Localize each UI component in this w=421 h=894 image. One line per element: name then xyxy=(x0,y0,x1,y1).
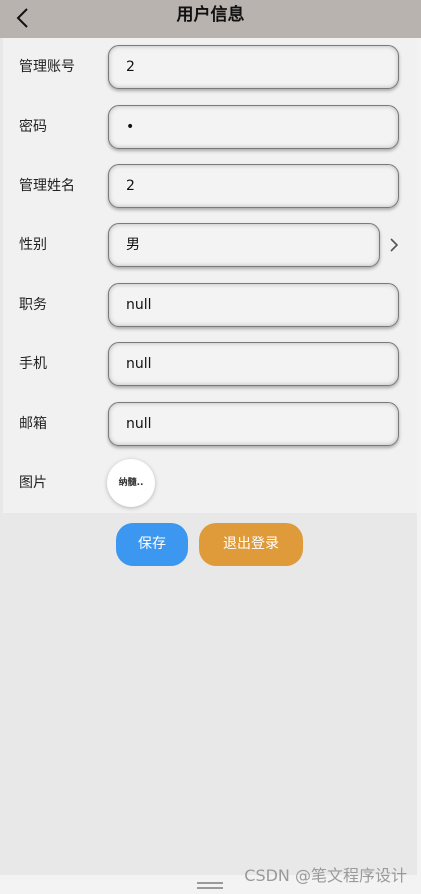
name-input[interactable]: 2 xyxy=(108,164,399,208)
position-label: 职务 xyxy=(19,297,47,313)
email-label: 邮箱 xyxy=(19,416,47,432)
image-label: 图片 xyxy=(19,475,47,491)
drag-handle-icon[interactable] xyxy=(197,887,223,889)
password-input[interactable]: • xyxy=(108,105,399,149)
avatar-image[interactable]: 纳髓.. xyxy=(107,459,155,507)
phone-label: 手机 xyxy=(19,356,47,372)
password-label: 密码 xyxy=(19,119,47,135)
right-edge xyxy=(417,38,421,875)
gender-select[interactable]: 男 xyxy=(108,223,380,267)
account-label: 管理账号 xyxy=(19,59,75,75)
chevron-right-icon[interactable] xyxy=(388,236,400,254)
position-input[interactable]: null xyxy=(108,283,399,327)
save-button[interactable]: 保存 xyxy=(116,523,188,566)
watermark: CSDN @笔文程序设计 xyxy=(244,866,407,885)
phone-input[interactable]: null xyxy=(108,342,399,386)
form-row-account: 管理账号 2 xyxy=(3,38,417,97)
form-row-image: 图片 纳髓.. xyxy=(3,454,417,513)
name-label: 管理姓名 xyxy=(19,178,75,194)
gender-label: 性别 xyxy=(19,237,47,253)
logout-button[interactable]: 退出登录 xyxy=(199,523,303,566)
account-input[interactable]: 2 xyxy=(108,45,399,89)
form-row-phone: 手机 null xyxy=(3,335,417,394)
form-row-password: 密码 • xyxy=(3,98,417,157)
form-row-email: 邮箱 null xyxy=(3,395,417,454)
drag-handle-icon[interactable] xyxy=(197,882,223,884)
email-input[interactable]: null xyxy=(108,402,399,446)
form-row-position: 职务 null xyxy=(3,276,417,335)
user-info-screen: 用户信息 管理账号 2 密码 • 管理姓名 2 性别 男 职务 null 手机 xyxy=(0,0,421,894)
user-info-form: 管理账号 2 密码 • 管理姓名 2 性别 男 职务 null 手机 null xyxy=(3,38,417,513)
page-title: 用户信息 xyxy=(176,5,245,25)
header-bar: 用户信息 xyxy=(0,0,421,38)
form-row-name: 管理姓名 2 xyxy=(3,157,417,216)
form-row-gender: 性别 男 xyxy=(3,216,417,275)
